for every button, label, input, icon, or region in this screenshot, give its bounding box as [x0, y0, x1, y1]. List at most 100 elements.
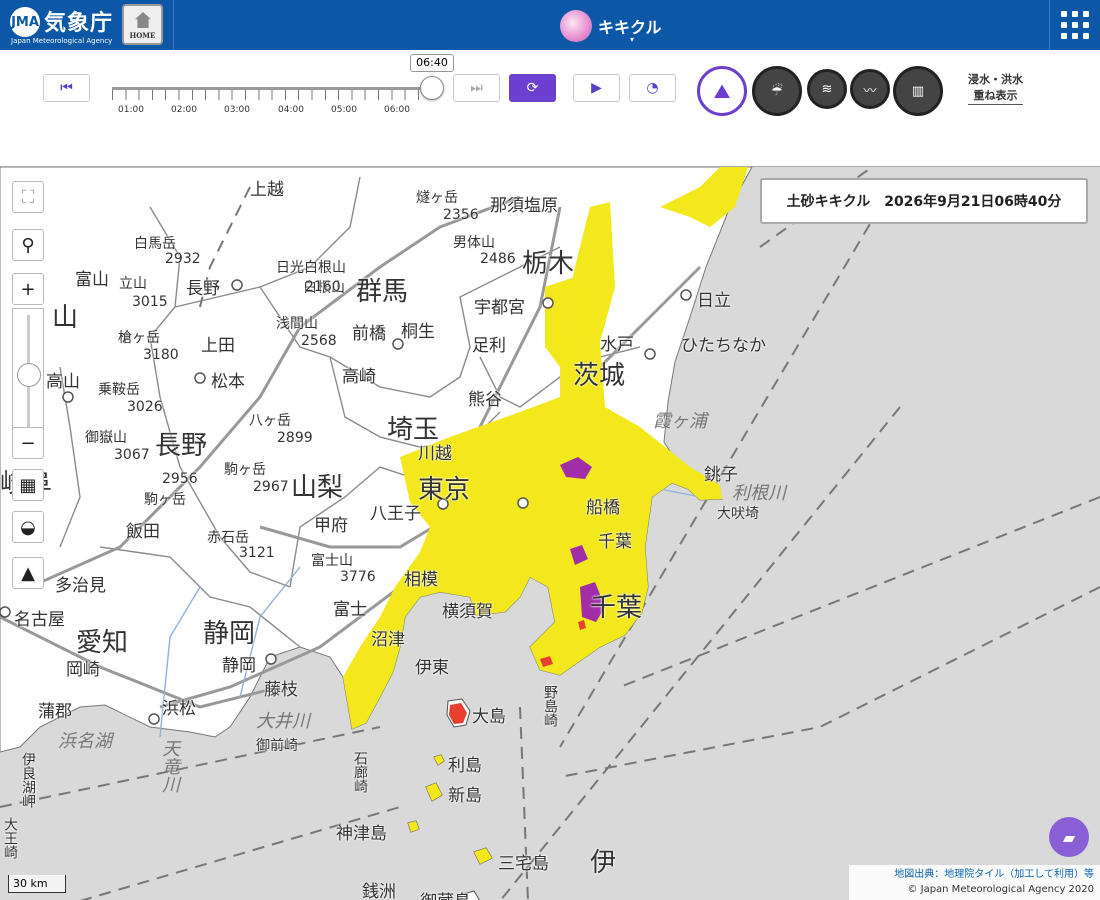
zoom-slider[interactable]: [12, 308, 44, 438]
place-label: 千葉: [590, 593, 643, 623]
skip-forward-icon: ⏭: [470, 80, 483, 96]
place-label: 相模: [404, 570, 438, 590]
jma-logo-mark: JMA: [10, 7, 40, 37]
place-label: 3067: [114, 447, 150, 463]
place-label: 槍ヶ岳: [118, 330, 160, 346]
place-label: 足利: [472, 336, 506, 356]
place-label: 伊: [590, 848, 617, 878]
map-view[interactable]: 上越 燧ヶ岳 2356 那須塩原 白馬岳 2932 日光白根山 男体山 2486…: [0, 166, 1100, 900]
refresh-button[interactable]: ⟳: [509, 74, 556, 102]
home-button-label: HOME: [129, 31, 156, 40]
water-drop-icon: ◒: [20, 516, 36, 538]
place-label: 2967: [253, 479, 289, 495]
place-label: 長野: [155, 431, 208, 461]
place-label: 3121: [239, 545, 275, 561]
place-label: 八王子: [370, 504, 421, 524]
layer-flood-button[interactable]: ≋: [807, 69, 847, 109]
timeline-ticks: [112, 90, 432, 100]
timeline-label: 06:00: [384, 105, 410, 115]
place-label: 利島: [448, 756, 482, 776]
speedometer-icon: ◔: [646, 80, 659, 96]
place-label: 男体山: [453, 235, 495, 251]
place-label: 浅間山: [276, 316, 318, 332]
place-label: 2486: [480, 251, 516, 267]
place-label: 長野: [186, 279, 220, 299]
speed-button[interactable]: ◔: [629, 74, 676, 102]
place-label: 飯田: [126, 522, 160, 542]
place-label: 2899: [277, 430, 313, 446]
place-label: 乗鞍岳: [98, 382, 140, 398]
layer-heavy-rain-button[interactable]: ☔: [752, 66, 802, 116]
place-label: 浜松: [162, 699, 196, 719]
place-label: 名古屋: [14, 610, 65, 630]
place-label: 富山: [75, 270, 109, 290]
place-label: 那須塩原: [490, 196, 558, 216]
place-label: 沼津: [371, 630, 405, 650]
mountain-icon: ▲: [21, 562, 35, 584]
place-label: 3015: [132, 294, 168, 310]
flood-icon: ≋: [821, 81, 833, 97]
place-label: ひたちなか: [681, 336, 766, 356]
copyright-text: © Japan Meteorological Agency 2020: [907, 884, 1094, 895]
place-label: 宇都宮: [474, 298, 525, 318]
place-label: 上田: [201, 336, 235, 356]
place-label: 銭洲: [362, 882, 396, 900]
home-icon: [135, 12, 151, 28]
place-label: 茨城: [573, 361, 626, 391]
place-label: 富士: [333, 600, 367, 620]
place-label: 2356: [443, 207, 479, 223]
place-label: 浜名湖: [58, 731, 112, 752]
place-label: 駒ヶ岳: [224, 462, 266, 478]
place-label: 藤枝: [264, 680, 298, 700]
place-label: 上越: [250, 180, 284, 200]
locate-button[interactable]: ⚲: [12, 229, 44, 261]
place-label: 東京: [418, 475, 471, 505]
heavy-rain-icon: ☔: [771, 83, 783, 99]
place-label: 日立: [697, 291, 731, 311]
place-label: 千葉: [598, 532, 632, 552]
play-button[interactable]: ▶: [573, 74, 620, 102]
overlay-toggle[interactable]: 浸水・洪水 重ね表示: [968, 72, 1023, 105]
place-label: 伊良湖岬: [20, 752, 36, 808]
place-label: 日光白根山: [276, 260, 346, 276]
place-label: 駒ヶ岳: [144, 492, 186, 508]
skip-to-start-button[interactable]: ⏮: [43, 74, 90, 102]
place-label: 山梨: [291, 473, 344, 503]
zoom-out-button[interactable]: −: [12, 427, 44, 459]
place-label: 桐生: [401, 322, 435, 342]
fullscreen-button[interactable]: ⛶: [12, 181, 44, 213]
zoom-knob[interactable]: [17, 363, 41, 387]
timeline-thumb[interactable]: [420, 76, 444, 100]
timeline-label: 03:00: [224, 105, 250, 115]
layer-landslide-button[interactable]: ⛰: [697, 66, 747, 116]
basemap-icon: ▦: [19, 474, 37, 496]
place-label: 2568: [301, 333, 337, 349]
terrain-button[interactable]: ▲: [12, 557, 44, 589]
zoom-in-button[interactable]: +: [12, 273, 44, 305]
place-label: 2956: [162, 471, 198, 487]
place-label: 水戸: [600, 335, 634, 355]
legend-button[interactable]: ▰: [1049, 817, 1089, 857]
layer-map-button[interactable]: ▥: [893, 66, 943, 116]
place-label: 船橋: [586, 498, 620, 518]
place-label: 神津島: [336, 824, 387, 844]
place-label: 大島: [472, 707, 506, 727]
river-icon: 〰: [863, 83, 877, 99]
overlay-label-line2: 重ね表示: [968, 88, 1023, 105]
place-label: 前橋: [352, 324, 386, 344]
kikikuru-globe-icon: [560, 10, 592, 42]
app-switcher[interactable]: キキクル ▾: [560, 9, 662, 44]
water-layer-button[interactable]: ◒: [12, 511, 44, 543]
grid-menu-icon[interactable]: [1050, 0, 1100, 50]
layer-river-button[interactable]: 〰: [850, 69, 890, 109]
skip-to-latest-button[interactable]: ⏭: [453, 74, 500, 102]
place-label: 御前崎: [256, 738, 298, 754]
map-info-title: 土砂キキクル 2026年9月21日06時40分: [760, 178, 1088, 224]
location-pin-icon: ⚲: [21, 234, 35, 256]
basemap-button[interactable]: ▦: [12, 469, 44, 501]
place-label: 霞ヶ浦: [653, 411, 707, 432]
attribution-link[interactable]: 地図出典：地理院タイル（加工して利用）等: [855, 867, 1094, 882]
plus-icon: +: [20, 278, 36, 300]
home-button[interactable]: HOME: [122, 4, 163, 45]
place-label: 赤石岳: [207, 530, 249, 546]
